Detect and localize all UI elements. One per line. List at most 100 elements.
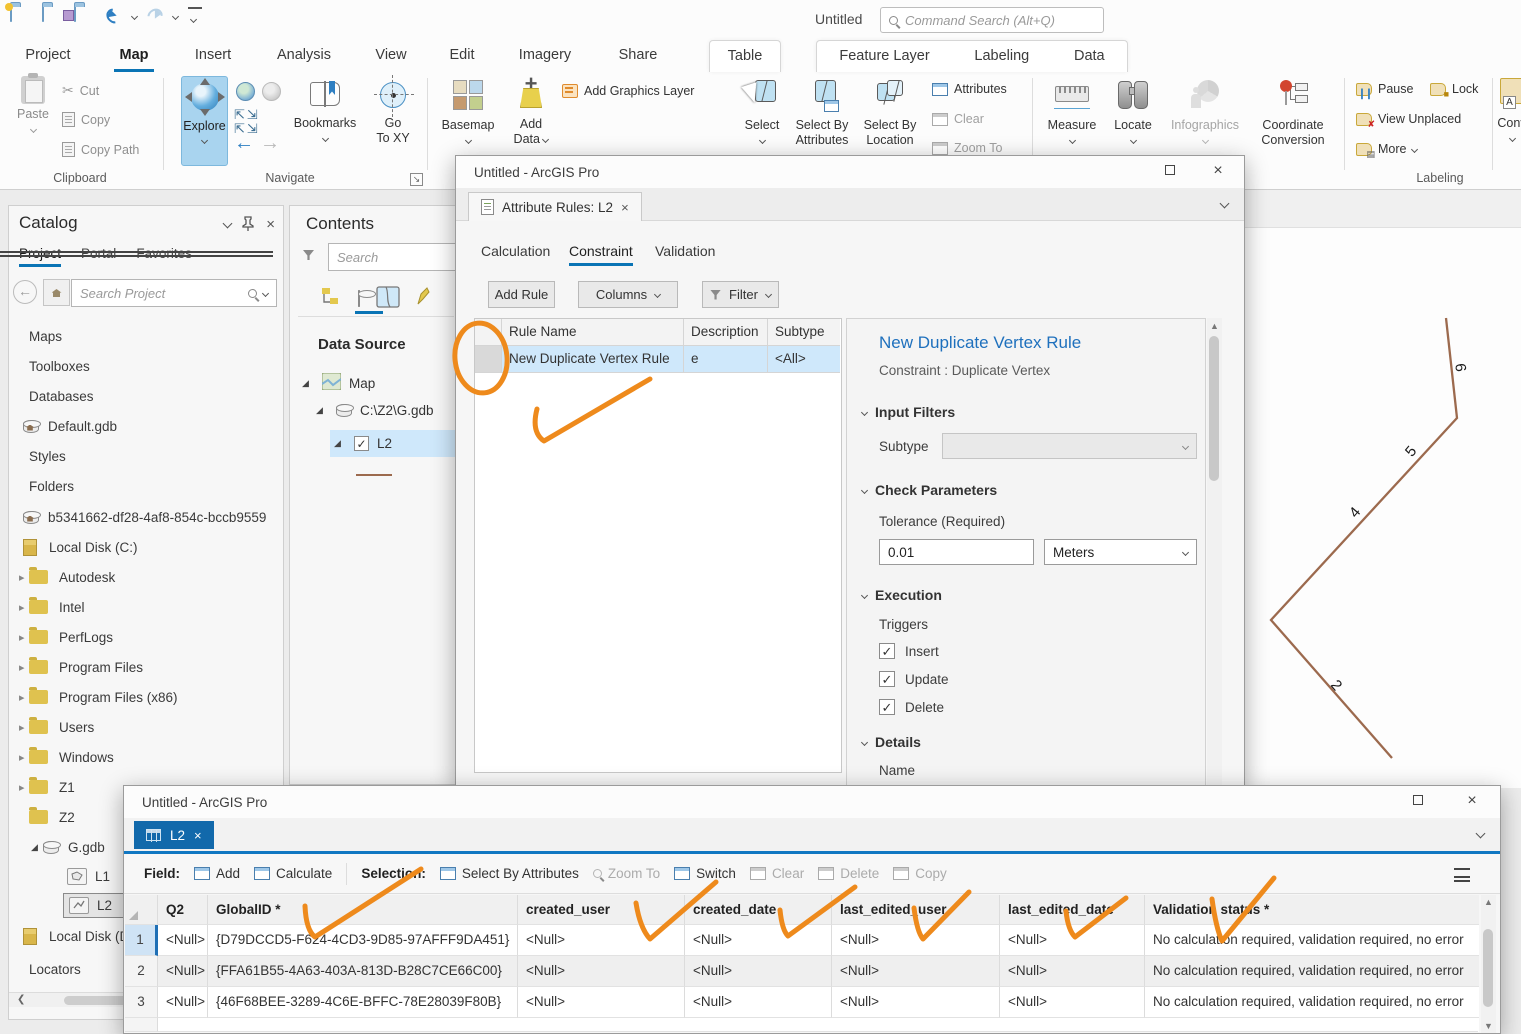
filter-dropdown[interactable]: Filter: [702, 281, 779, 308]
contents-item-gdb[interactable]: ◢ C:\Z2\G.gdb: [316, 403, 434, 418]
maximize-icon[interactable]: [1408, 791, 1428, 811]
line-symbol-swatch[interactable]: [356, 474, 392, 476]
table-row[interactable]: 1 <Null> {D79DCCD5-F624-4CD3-9D85-97AFFF…: [125, 925, 1479, 956]
table-row[interactable]: 2 <Null> {FFA61B55-4A63-403A-813D-B28C7C…: [125, 956, 1479, 987]
catalog-item-windows[interactable]: ▸ Windows: [9, 742, 283, 772]
rule-row[interactable]: New Duplicate Vertex Rule e <All>: [475, 346, 841, 373]
new-project-icon[interactable]: [10, 5, 32, 26]
catalog-item-default-gdb[interactable]: Default.gdb: [9, 411, 283, 441]
copy-button[interactable]: Copy: [893, 866, 947, 881]
units-dropdown[interactable]: Meters: [1044, 539, 1197, 565]
table-row[interactable]: 3 <Null> {46F68BEE-3289-4C6E-BFFC-78E280…: [125, 987, 1479, 1018]
snapshot-view-icon[interactable]: [376, 286, 400, 311]
add-rule-button[interactable]: Add Rule: [488, 281, 555, 308]
pause-labeling-button[interactable]: ▎▎ Pause: [1356, 82, 1413, 98]
tab-labeling[interactable]: Labeling: [974, 43, 1029, 71]
cut-button[interactable]: ✂ Cut: [62, 82, 99, 99]
list-by-data-source-icon[interactable]: [355, 290, 383, 314]
tab-view[interactable]: View: [368, 42, 414, 70]
add-data-button[interactable]: + Add Data: [506, 73, 556, 166]
tab-analysis[interactable]: Analysis: [270, 42, 338, 70]
contents-item-l2[interactable]: ◢ ✓ L2: [330, 430, 460, 457]
open-project-icon[interactable]: [42, 5, 64, 26]
col-created-date[interactable]: created_date: [685, 895, 832, 925]
save-project-icon[interactable]: [74, 5, 96, 26]
undo-dropdown-icon[interactable]: [130, 12, 139, 20]
navigate-dialog-launcher-icon[interactable]: ↘: [410, 173, 423, 186]
catalog-item-local-disk-c[interactable]: Local Disk (C:): [9, 532, 283, 562]
tab-imagery[interactable]: Imagery: [512, 42, 578, 70]
detail-scrollbar[interactable]: ▲: [1207, 318, 1222, 788]
redo-dropdown-icon[interactable]: [171, 12, 180, 20]
select-by-location-button[interactable]: Select By Location: [858, 76, 922, 166]
expander-icon[interactable]: ◢: [334, 438, 346, 449]
tab-project[interactable]: Project: [18, 42, 78, 70]
delete-selection-button[interactable]: Delete: [818, 866, 879, 881]
copy-path-button[interactable]: Copy Path: [62, 142, 139, 157]
catalog-item-program-files-x86[interactable]: ▸ Program Files (x86): [9, 682, 283, 712]
explore-button[interactable]: Explore: [181, 76, 228, 166]
tab-edit[interactable]: Edit: [440, 42, 484, 70]
pin-icon[interactable]: [241, 216, 255, 232]
col-globalid[interactable]: GlobalID *: [208, 895, 518, 925]
attributes-button[interactable]: Attributes: [932, 82, 1007, 96]
add-graphics-layer-button[interactable]: Add Graphics Layer: [562, 84, 694, 98]
clear-selection-button[interactable]: Clear: [932, 112, 984, 126]
bookmarks-button[interactable]: Bookmarks: [292, 76, 358, 166]
description-header[interactable]: Description: [684, 319, 768, 346]
coordinate-conversion-button[interactable]: Coordinate Conversion: [1250, 76, 1336, 166]
maximize-icon[interactable]: [1160, 161, 1180, 181]
catalog-item-perflogs[interactable]: ▸ PerfLogs: [9, 622, 283, 652]
zoom-to-button[interactable]: Zoom To: [592, 866, 660, 881]
insert-checkbox[interactable]: ✓: [879, 643, 895, 659]
linked-navigation-button[interactable]: [236, 82, 255, 101]
tab-share[interactable]: Share: [610, 42, 666, 70]
catalog-item-guid-gdb[interactable]: b5341662-df28-4af8-854c-bccb9559: [9, 502, 283, 532]
tab-calculation[interactable]: Calculation: [481, 243, 550, 259]
col-created-user[interactable]: created_user: [518, 895, 685, 925]
locate-button[interactable]: Locate: [1108, 76, 1158, 166]
delete-checkbox[interactable]: ✓: [879, 699, 895, 715]
switch-selection-button[interactable]: Switch: [674, 866, 736, 881]
go-to-xy-button[interactable]: Go To XY: [366, 75, 420, 166]
col-q2[interactable]: Q2: [158, 895, 208, 925]
command-search[interactable]: Command Search (Alt+Q): [880, 7, 1104, 33]
add-field-button[interactable]: Add: [194, 866, 240, 881]
close-icon[interactable]: ×: [266, 217, 275, 232]
edit-pencil-icon[interactable]: [416, 286, 430, 311]
details-section[interactable]: Details: [860, 734, 1205, 750]
table-menu-icon[interactable]: [1454, 868, 1470, 882]
col-last-edited-user[interactable]: last_edited_user: [832, 895, 1000, 925]
check-parameters-section[interactable]: Check Parameters: [860, 482, 1205, 498]
col-last-edited-date[interactable]: last_edited_date: [1000, 895, 1145, 925]
view-unplaced-button[interactable]: ✘ View Unplaced: [1356, 112, 1461, 128]
list-by-drawing-order-icon[interactable]: [320, 286, 342, 311]
table-window-title-bar[interactable]: Untitled - ArcGIS Pro ×: [124, 786, 1500, 818]
redo-icon[interactable]: [144, 5, 166, 27]
zoom-to-selection-button[interactable]: Zoom To: [932, 141, 1002, 155]
contents-item-map[interactable]: ◢ Map: [302, 372, 375, 393]
tolerance-input[interactable]: 0.01: [879, 539, 1034, 565]
basemap-button[interactable]: Basemap: [436, 76, 500, 166]
more-labeling-button[interactable]: ▤ More: [1356, 142, 1419, 158]
expander-icon[interactable]: ◢: [316, 405, 328, 416]
select-by-attributes-button[interactable]: Select By Attributes: [439, 866, 579, 881]
l2-table-tab[interactable]: L2 ×: [134, 821, 214, 849]
rule-name-header[interactable]: Rule Name: [502, 319, 684, 346]
catalog-search-input[interactable]: Search Project: [71, 279, 277, 307]
copy-button[interactable]: Copy: [62, 112, 110, 127]
previous-extent-icon[interactable]: ←: [234, 133, 254, 153]
corner-cell[interactable]: [125, 895, 158, 925]
col-validation-status[interactable]: Validation status *: [1145, 895, 1479, 925]
subtype-dropdown[interactable]: [942, 433, 1197, 459]
search-dropdown-icon[interactable]: [261, 289, 270, 297]
dialog-title-bar[interactable]: Untitled - ArcGIS Pro ×: [456, 156, 1244, 188]
select-by-attributes-button[interactable]: Select By Attributes: [790, 76, 854, 166]
expander-icon[interactable]: ◢: [31, 842, 43, 853]
catalog-item-autodesk[interactable]: ▸ Autodesk: [9, 562, 283, 592]
tab-table[interactable]: Table: [728, 43, 763, 71]
tab-data[interactable]: Data: [1074, 43, 1105, 71]
tab-map[interactable]: Map: [112, 42, 156, 72]
undo-icon[interactable]: [103, 5, 125, 27]
tabstrip-chevron-icon[interactable]: [1475, 828, 1486, 839]
